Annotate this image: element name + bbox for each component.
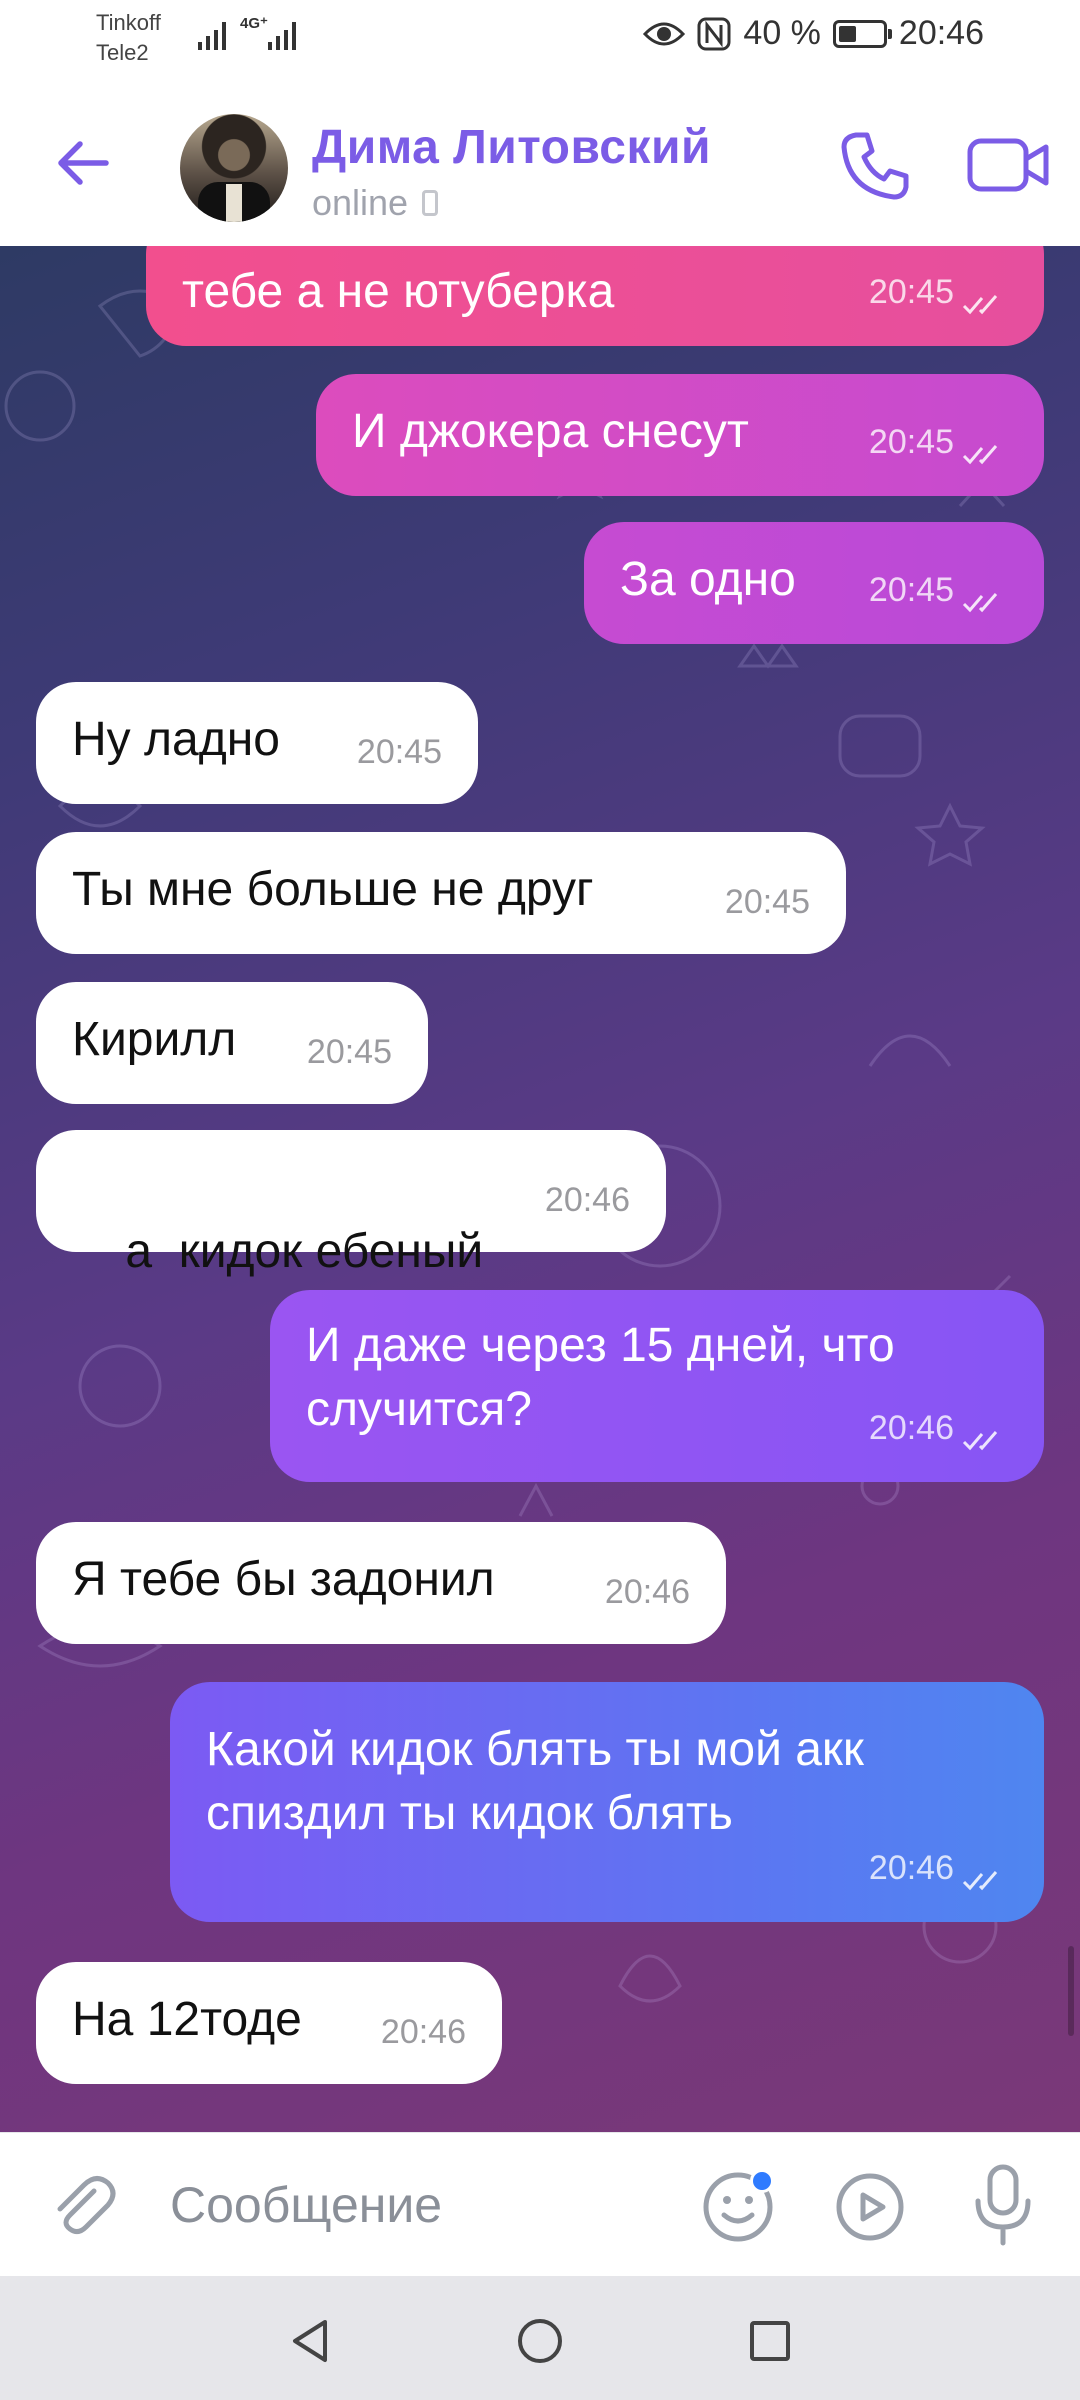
message-text: тебе а не ютуберка [182,265,615,318]
network-type-label: 4G⁺ [240,15,268,32]
status-time: 20:46 [898,14,984,52]
double-check-icon [962,593,998,613]
double-check-icon [962,1431,998,1451]
signal-icon-2 [268,22,296,50]
message-input[interactable] [170,2169,670,2241]
message-time: 20:45 [868,423,954,461]
mobile-device-icon [422,190,439,216]
double-check-icon [962,445,998,465]
arrow-left-icon[interactable] [50,130,116,196]
carrier-2: Tele2 [96,40,149,65]
message-time: 20:46 [544,1181,630,1219]
message-text: Я тебе бы задонил [72,1553,495,1606]
message-bubble-out[interactable]: И даже через 15 дней, что случится? 20:4… [270,1290,1044,1482]
system-nav-bar [0,2276,1080,2400]
battery-icon [832,19,892,48]
message-time: 20:45 [724,883,810,921]
message-time: 20:46 [868,1849,954,1887]
message-text: Кирилл [72,1013,237,1066]
message-time: 20:45 [868,571,954,609]
double-check-icon [962,295,998,315]
chat-scrollbar[interactable] [1068,1946,1074,2036]
message-time: 20:46 [604,1573,690,1611]
paperclip-icon[interactable] [48,2171,118,2241]
message-bubble-out[interactable]: Какой кидок блять ты мой акк спиздил ты … [170,1682,1044,1922]
message-time: 20:45 [356,733,442,771]
signal-icon [198,22,226,50]
chat-area[interactable]: тебе а не ютуберка 20:45 И джокера снесу… [0,246,1080,2132]
contact-status: online [312,182,439,224]
message-text: На 12тоде [72,1993,302,2046]
message-bubble-in[interactable]: На 12тоде 20:46 [36,1962,502,2084]
nfc-icon [697,17,731,50]
message-text: а кидок ебеный [125,1225,484,1278]
chat-header: Дима Литовский online [0,82,1080,246]
carrier-labels: Tinkoff Tele2 [96,8,161,68]
message-bubble-in[interactable]: а кидок ебеный 20:46 [36,1130,666,1278]
contact-name[interactable]: Дима Литовский [312,120,711,175]
message-text: Какой кидок блять ты мой акк спиздил ты … [206,1723,864,1840]
message-bubble-out[interactable]: тебе а не ютуберка 20:45 [146,246,1044,346]
message-time: 20:45 [306,1033,392,1071]
triangle-back-icon[interactable] [285,2316,335,2366]
message-text: Ну ладно [72,713,280,766]
eye-icon [643,22,686,45]
message-bubble-in[interactable]: Ну ладно 20:45 [36,682,478,804]
avatar[interactable] [180,114,288,222]
play-circle-icon[interactable] [834,2171,906,2243]
message-text: И джокера снесут [352,405,749,458]
carrier-1: Tinkoff [96,10,161,35]
message-time: 20:46 [868,1409,954,1447]
battery-percent: 40 % [743,14,821,52]
message-bubble-in[interactable]: Кирилл 20:45 [36,982,428,1104]
message-bubble-in[interactable]: Ты мне больше не друг 20:45 [36,832,846,954]
square-recents-icon[interactable] [745,2316,795,2366]
message-time: 20:46 [380,2013,466,2051]
phone-icon[interactable] [838,127,914,203]
double-check-icon [962,1871,998,1891]
message-bubble-in[interactable]: Я тебе бы задонил 20:46 [36,1522,726,1644]
composer-bar [0,2132,1080,2277]
status-text: online [312,182,409,223]
message-bubble-out[interactable]: И джокера снесут 20:45 [316,374,1044,496]
message-text: Ты мне больше не друг [72,863,594,916]
message-text: За одно [620,553,796,606]
video-camera-icon[interactable] [966,127,1052,203]
status-bar: Tinkoff Tele2 4G⁺ 40 % 20:46 [0,0,1080,82]
message-bubble-out[interactable]: За одно 20:45 [584,522,1044,644]
microphone-icon[interactable] [968,2163,1038,2247]
circle-home-icon[interactable] [515,2316,565,2366]
message-time: 20:45 [868,273,954,311]
status-right: 40 % 20:46 [643,14,984,53]
message-text: И даже через 15 дней, что случится? [306,1319,895,1436]
unread-indicator-dot [750,2169,774,2193]
